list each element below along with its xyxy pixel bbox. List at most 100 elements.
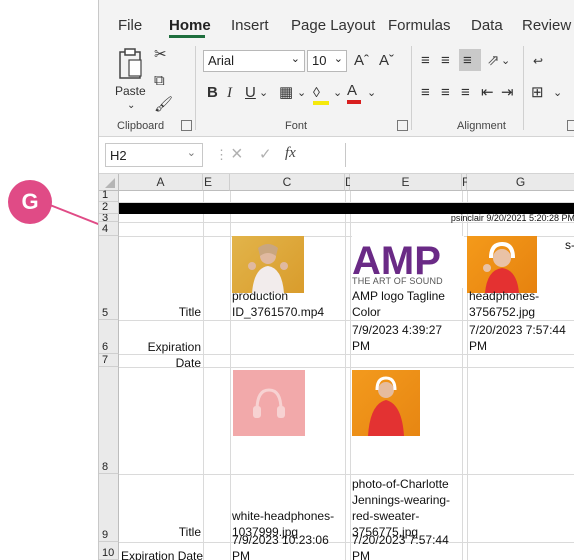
copy-icon[interactable]: ⧉ (154, 72, 165, 90)
align-bottom-icon: ≡ (463, 52, 472, 69)
cancel-icon[interactable]: × (231, 143, 243, 166)
dialog-launcher-icon[interactable] (181, 120, 192, 131)
align-bottom-button[interactable]: ≡ (459, 49, 481, 71)
underline-icon[interactable]: U (245, 84, 256, 102)
amp-tagline: THE ART OF SOUND (352, 276, 443, 286)
name-box[interactable]: H2 ⌄ (105, 143, 203, 167)
gridline (119, 474, 574, 475)
tab-insert[interactable]: Insert (231, 17, 269, 34)
tab-formulas[interactable]: Formulas (388, 17, 451, 34)
thumbnail-charlotte-jennings[interactable] (352, 370, 420, 436)
gridline (230, 191, 231, 560)
thumbnail-headphones-3756752[interactable] (467, 236, 537, 293)
column-header-a[interactable]: A (119, 174, 203, 191)
bold-icon[interactable]: B (207, 84, 218, 102)
tab-home[interactable]: Home (169, 17, 211, 34)
report-header-text: psinclair 9/20/2021 5:20:28 PM (450, 214, 574, 223)
chevron-down-icon: ⌄ (186, 147, 196, 159)
row-header-4[interactable]: 4 (99, 222, 119, 236)
thumbnail-amp-logo[interactable]: AMP THE ART OF SOUND (352, 236, 464, 288)
font-name-dropdown[interactable]: Arial ⌄ (203, 50, 305, 72)
tab-file[interactable]: File (118, 17, 142, 34)
scissors-icon[interactable]: ✂ (154, 46, 167, 64)
wrap-text-icon[interactable]: ↩ (533, 52, 543, 70)
drag-handle-icon[interactable]: ⋮ (215, 147, 228, 163)
font-size-value: 10 (312, 53, 327, 68)
ribbon-tab-bar: File Home Insert Page Layout Formulas Da… (99, 0, 574, 40)
chevron-down-icon: ⌄ (290, 53, 300, 65)
cell-e9: photo-of-Charlotte Jennings-wearing-red-… (352, 477, 451, 539)
tab-page-layout[interactable]: Page Layout (291, 17, 375, 34)
column-header-g[interactable]: G (467, 174, 574, 191)
cell-e5: AMP logo Tagline Color (352, 289, 445, 319)
tab-data[interactable]: Data (471, 17, 503, 34)
font-color-icon[interactable]: A (347, 82, 365, 106)
person-photo-icon (248, 244, 288, 293)
dialog-launcher-icon[interactable] (567, 120, 574, 131)
chevron-down-icon[interactable]: ⌄ (553, 84, 562, 102)
orientation-icon[interactable]: ⇗ (487, 52, 500, 70)
cell-a9: Title (178, 525, 201, 539)
merge-center-icon[interactable]: ⊞ (531, 84, 544, 102)
gridline (350, 191, 351, 560)
row-header-6[interactable]: 6 (99, 320, 119, 354)
group-label-clipboard: Clipboard (117, 120, 165, 132)
increase-font-icon[interactable]: Aˆ (354, 52, 369, 70)
chevron-down-icon[interactable]: ⌄ (333, 84, 342, 102)
increase-indent-icon[interactable]: ⇥ (501, 84, 514, 102)
font-size-dropdown[interactable]: 10 ⌄ (307, 50, 347, 72)
cell-g6: 7/20/2023 7:57:44 PM (469, 323, 566, 353)
cell-a10: Expiration Date (121, 549, 204, 560)
ribbon-home: Paste ⌄ ✂ ⧉ 🖌 Clipboard Arial ⌄ 10 ⌄ Aˆ … (99, 40, 574, 137)
dialog-launcher-icon[interactable] (397, 120, 408, 131)
paste-button[interactable]: Paste ⌄ (113, 46, 147, 111)
column-header-c[interactable]: C (230, 174, 345, 191)
formula-bar: H2 ⌄ ⋮ × ✓ fx (99, 137, 574, 174)
row-header-5[interactable]: 5 (99, 236, 119, 320)
tab-review[interactable]: Review (522, 17, 571, 34)
column-header-e[interactable]: E (203, 174, 230, 191)
row-header-3[interactable]: 3 (99, 214, 119, 222)
gridline (203, 191, 204, 560)
cell-c10: 7/9/2023 10:23:06 PM (232, 533, 329, 560)
decrease-indent-icon[interactable]: ⇤ (481, 84, 494, 102)
decrease-font-icon[interactable]: Aˇ (379, 52, 394, 70)
chevron-down-icon[interactable]: ⌄ (367, 84, 376, 102)
column-header-e2[interactable]: E (350, 174, 462, 191)
formula-input[interactable] (345, 143, 574, 167)
group-label-alignment: Alignment (457, 120, 506, 132)
align-center-icon[interactable]: ≡ (441, 84, 450, 102)
italic-icon[interactable]: I (227, 84, 232, 102)
chevron-down-icon[interactable]: ⌄ (297, 84, 306, 102)
paste-label: Paste (115, 84, 146, 98)
cell-c5: production ID_3761570.mp4 (232, 289, 325, 319)
ribbon-divider (523, 46, 524, 130)
cell-e6: 7/9/2023 4:39:27 PM (352, 323, 443, 353)
align-left-icon[interactable]: ≡ (421, 84, 430, 102)
person-photo-icon (483, 241, 519, 293)
row-header-10[interactable]: 10 (99, 542, 119, 560)
align-middle-icon[interactable]: ≡ (441, 52, 450, 70)
fill-color-icon[interactable]: ◊ (313, 84, 331, 106)
insert-function-icon[interactable]: fx (285, 145, 296, 162)
align-right-icon[interactable]: ≡ (461, 84, 470, 102)
header-banner (119, 203, 574, 214)
row-header-9[interactable]: 9 (99, 474, 119, 542)
thumbnail-video-production[interactable] (232, 236, 304, 293)
row-header-2[interactable]: 2 (99, 201, 119, 214)
borders-icon[interactable]: ▦ (279, 84, 293, 102)
row-header-7[interactable]: 7 (99, 354, 119, 367)
worksheet-grid: A E C D E F G 1 2 3 4 5 6 7 8 9 10 (99, 174, 574, 560)
font-name-value: Arial (208, 53, 235, 68)
chevron-down-icon[interactable]: ⌄ (501, 52, 510, 70)
align-top-icon[interactable]: ≡ (421, 52, 430, 70)
enter-icon[interactable]: ✓ (259, 145, 272, 163)
gridline (119, 542, 574, 543)
format-painter-icon[interactable]: 🖌 (154, 96, 173, 114)
chevron-down-icon[interactable]: ⌄ (259, 84, 268, 102)
row-header-8[interactable]: 8 (99, 367, 119, 474)
thumbnail-white-headphones[interactable] (233, 370, 305, 436)
cell-a6: Expiration Date (147, 340, 201, 370)
clipboard-icon (119, 48, 142, 79)
cell-g4-overflow: s- (565, 238, 574, 252)
